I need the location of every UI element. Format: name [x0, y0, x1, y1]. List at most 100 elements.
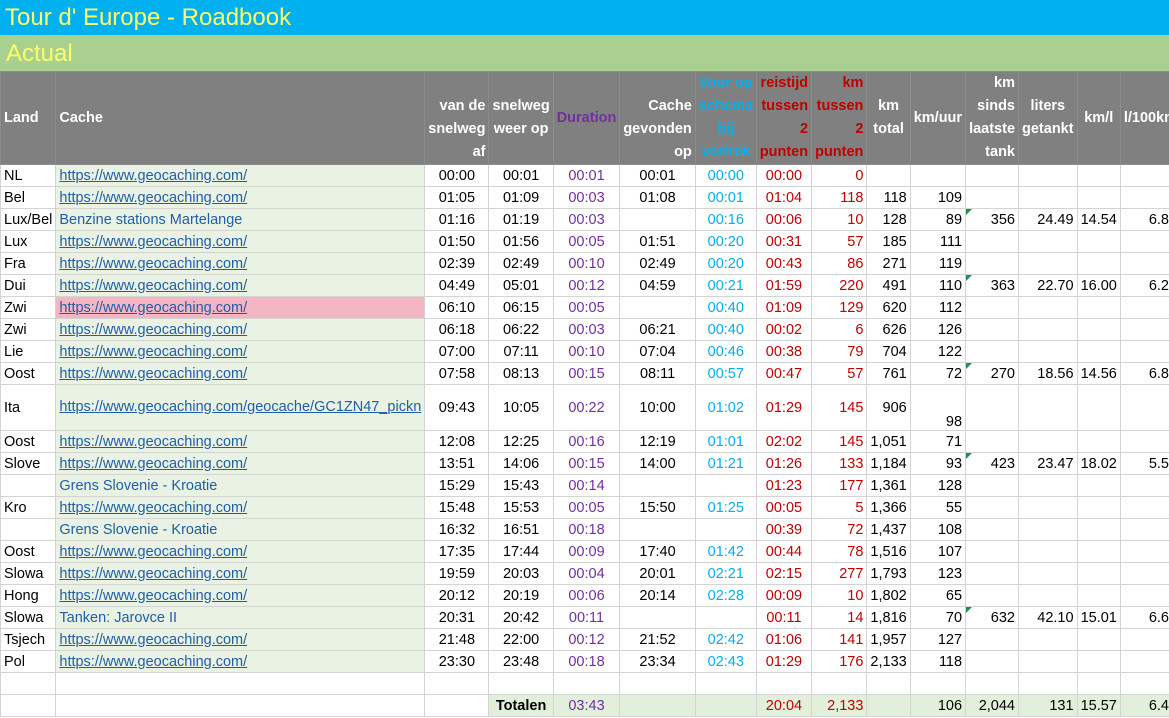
l-100km-cell[interactable] — [1119, 518, 1169, 541]
l-100km-cell[interactable] — [1119, 384, 1169, 431]
cache-cell[interactable]: https://www.geocaching.com/ — [55, 628, 426, 651]
km-sinds-cell[interactable] — [965, 584, 1019, 607]
km-l-cell[interactable]: 14.56 — [1076, 362, 1121, 385]
km-total-cell[interactable]: 185 — [866, 230, 911, 253]
cache-gevonden-op-cell[interactable]: 17:40 — [619, 540, 696, 563]
land-cell[interactable]: Dui — [0, 274, 57, 297]
km-uur-cell[interactable]: 108 — [909, 518, 967, 541]
liters-cell[interactable] — [1018, 584, 1078, 607]
snelweg-weer-op-cell[interactable]: 20:42 — [488, 606, 554, 629]
liters-cell[interactable] — [1018, 230, 1078, 253]
km-l-cell[interactable] — [1076, 230, 1121, 253]
header-km-sinds-laatste-tank[interactable]: km sinds laatste tank — [965, 71, 1019, 165]
km-l-cell[interactable] — [1076, 650, 1121, 673]
km-tussen-cell[interactable]: 79 — [811, 340, 868, 363]
km-total-cell[interactable]: 271 — [866, 252, 911, 275]
duration-cell[interactable]: 00:05 — [552, 230, 621, 253]
liters-cell[interactable] — [1018, 430, 1078, 453]
reistijd-cell[interactable]: 00:31 — [755, 230, 813, 253]
header-km-uur[interactable]: km/uur — [909, 71, 967, 165]
header-van-de-snelweg-af[interactable]: van de snelweg af — [424, 71, 490, 165]
reistijd-cell[interactable]: 01:06 — [755, 628, 813, 651]
cache-gevonden-op-cell[interactable]: 10:00 — [619, 384, 696, 431]
voor-op-schema-cell[interactable]: 01:25 — [694, 496, 757, 519]
header-km-total[interactable]: km total — [866, 71, 911, 165]
cache-cell[interactable]: https://www.geocaching.com/ — [55, 318, 426, 341]
km-uur-cell[interactable]: 119 — [909, 252, 967, 275]
km-l-cell[interactable]: 14.54 — [1076, 208, 1121, 231]
snelweg-weer-op-cell[interactable]: 06:22 — [488, 318, 554, 341]
van-de-snelweg-af-cell[interactable]: 07:00 — [424, 340, 490, 363]
land-cell[interactable]: Lux/Bel — [0, 208, 57, 231]
km-tussen-cell[interactable]: 129 — [811, 296, 868, 319]
land-cell[interactable]: Tsjech — [0, 628, 57, 651]
km-sinds-cell[interactable] — [965, 474, 1019, 497]
land-cell[interactable]: NL — [0, 164, 57, 187]
km-sinds-cell[interactable]: 423 — [965, 452, 1019, 475]
land-cell[interactable]: Oost — [0, 362, 57, 385]
liters-cell[interactable] — [1018, 650, 1078, 673]
km-total-cell[interactable]: 2,133 — [866, 650, 911, 673]
cache-cell[interactable]: https://www.geocaching.com/ — [55, 540, 426, 563]
header-duration[interactable]: Duration — [552, 71, 621, 165]
land-cell[interactable]: Fra — [0, 252, 57, 275]
duration-cell[interactable]: 00:15 — [552, 362, 621, 385]
duration-cell[interactable]: 00:11 — [552, 606, 621, 629]
km-total-cell[interactable]: 1,361 — [866, 474, 911, 497]
cache-cell[interactable]: https://www.geocaching.com/ — [55, 496, 426, 519]
reistijd-cell[interactable]: 01:09 — [755, 296, 813, 319]
cache-cell[interactable]: https://www.geocaching.com/ — [55, 164, 426, 187]
km-sinds-cell[interactable] — [965, 164, 1019, 187]
km-uur-cell[interactable]: 126 — [909, 318, 967, 341]
header-reistijd[interactable]: reistijd tussen 2 punten — [755, 71, 813, 165]
land-cell[interactable]: Oost — [0, 540, 57, 563]
reistijd-cell[interactable]: 00:00 — [755, 164, 813, 187]
liters-cell[interactable] — [1018, 496, 1078, 519]
cache-cell[interactable]: Benzine stations Martelange — [55, 208, 426, 231]
km-tussen-cell[interactable]: 57 — [811, 362, 868, 385]
snelweg-weer-op-cell[interactable]: 20:19 — [488, 584, 554, 607]
cache-gevonden-op-cell[interactable]: 23:34 — [619, 650, 696, 673]
duration-cell[interactable]: 00:12 — [552, 628, 621, 651]
l-100km-cell[interactable] — [1119, 296, 1169, 319]
land-cell[interactable]: Pol — [0, 650, 57, 673]
km-total-cell[interactable] — [866, 164, 911, 187]
snelweg-weer-op-cell[interactable]: 08:13 — [488, 362, 554, 385]
km-sinds-cell[interactable] — [965, 540, 1019, 563]
l-100km-cell[interactable] — [1119, 540, 1169, 563]
voor-op-schema-cell[interactable]: 00:21 — [694, 274, 757, 297]
km-total-cell[interactable]: 761 — [866, 362, 911, 385]
km-sinds-cell[interactable]: 363 — [965, 274, 1019, 297]
l-100km-cell[interactable] — [1119, 650, 1169, 673]
liters-cell[interactable]: 22.70 — [1018, 274, 1078, 297]
km-sinds-cell[interactable] — [965, 186, 1019, 209]
km-uur-cell[interactable]: 110 — [909, 274, 967, 297]
km-tussen-cell[interactable]: 78 — [811, 540, 868, 563]
duration-cell[interactable]: 00:22 — [552, 384, 621, 431]
voor-op-schema-cell[interactable]: 02:28 — [694, 584, 757, 607]
header-km-l[interactable]: km/l — [1076, 71, 1121, 165]
van-de-snelweg-af-cell[interactable]: 04:49 — [424, 274, 490, 297]
cache-cell[interactable]: Tanken: Jarovce II — [55, 606, 426, 629]
km-sinds-cell[interactable] — [965, 430, 1019, 453]
reistijd-cell[interactable]: 01:59 — [755, 274, 813, 297]
km-tussen-cell[interactable]: 86 — [811, 252, 868, 275]
duration-cell[interactable]: 00:05 — [552, 496, 621, 519]
km-tussen-cell[interactable]: 220 — [811, 274, 868, 297]
snelweg-weer-op-cell[interactable]: 12:25 — [488, 430, 554, 453]
snelweg-weer-op-cell[interactable]: 07:11 — [488, 340, 554, 363]
reistijd-cell[interactable]: 01:29 — [755, 384, 813, 431]
km-total-cell[interactable]: 1,957 — [866, 628, 911, 651]
km-l-cell[interactable] — [1076, 318, 1121, 341]
voor-op-schema-cell[interactable]: 00:46 — [694, 340, 757, 363]
km-total-cell[interactable]: 1,184 — [866, 452, 911, 475]
km-l-cell[interactable]: 18.02 — [1076, 452, 1121, 475]
liters-cell[interactable] — [1018, 340, 1078, 363]
km-uur-cell[interactable]: 122 — [909, 340, 967, 363]
header-land[interactable]: Land — [0, 71, 57, 165]
cache-gevonden-op-cell[interactable] — [619, 208, 696, 231]
voor-op-schema-cell[interactable]: 01:42 — [694, 540, 757, 563]
km-total-cell[interactable]: 1,793 — [866, 562, 911, 585]
cache-gevonden-op-cell[interactable]: 15:50 — [619, 496, 696, 519]
cache-cell[interactable]: https://www.geocaching.com/ — [55, 650, 426, 673]
